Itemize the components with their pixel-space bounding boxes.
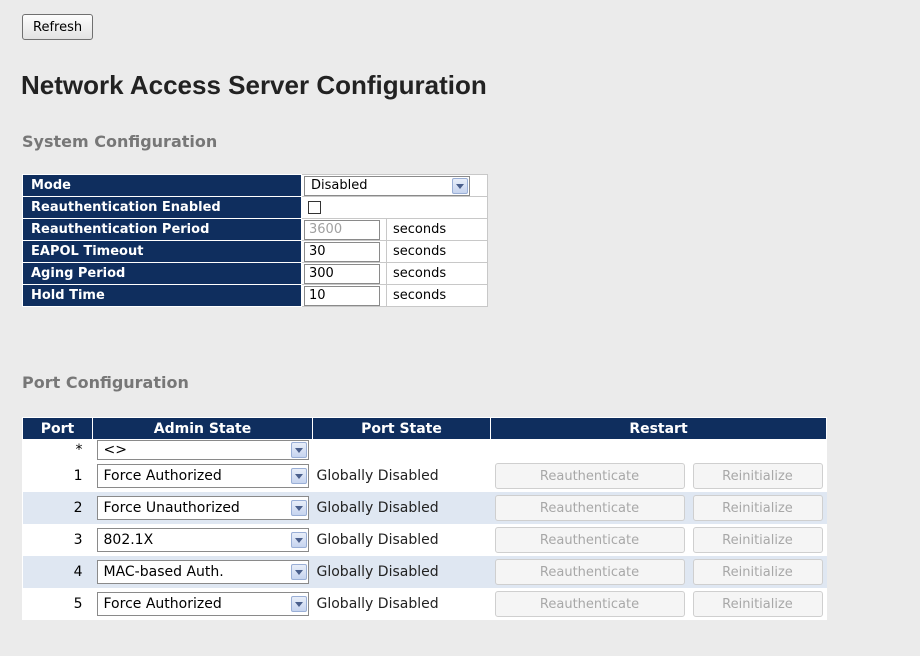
port-state: Globally Disabled [312, 460, 491, 492]
eapol-timeout-label: EAPOL Timeout [22, 240, 302, 263]
mode-label: Mode [22, 174, 302, 197]
chevron-down-icon[interactable] [290, 468, 307, 484]
restart-header: Restart [490, 417, 827, 440]
chevron-down-icon[interactable] [290, 442, 307, 458]
admin-state-select[interactable]: MAC-based Auth. [96, 560, 309, 584]
chevron-down-icon[interactable] [290, 532, 307, 548]
mode-row: Mode Disabled [22, 174, 488, 197]
port-state: Globally Disabled [312, 492, 491, 524]
chevron-down-icon[interactable] [290, 564, 307, 580]
port-number: 4 [22, 556, 93, 588]
reauth-period-input[interactable] [304, 219, 380, 240]
chevron-down-icon[interactable] [290, 500, 307, 516]
reinitialize-button[interactable]: Reinitialize [692, 495, 823, 521]
eapol-timeout-input[interactable] [304, 241, 380, 262]
reauth-period-unit: seconds [386, 218, 488, 241]
reauth-enabled-label: Reauthentication Enabled [22, 196, 302, 219]
aging-period-input[interactable] [304, 263, 380, 284]
aging-period-row: Aging Period seconds [22, 262, 488, 285]
refresh-button[interactable]: Refresh [22, 14, 94, 40]
admin-state-value: Force Authorized [103, 468, 222, 484]
mode-select[interactable]: Disabled [304, 175, 470, 196]
admin-state-select[interactable]: Force Authorized [96, 592, 309, 616]
reinitialize-button[interactable]: Reinitialize [692, 591, 823, 617]
hold-time-input[interactable] [304, 285, 380, 306]
reauth-period-row: Reauthentication Period seconds [22, 218, 488, 241]
admin-state-header: Admin State [92, 417, 313, 440]
reauth-enabled-row: Reauthentication Enabled [22, 196, 488, 219]
port-config-title: Port Configuration [22, 373, 189, 392]
aging-period-label: Aging Period [22, 262, 302, 285]
eapol-timeout-unit: seconds [386, 240, 488, 263]
admin-state-select[interactable]: Force Unauthorized [96, 496, 309, 520]
aging-period-unit: seconds [386, 262, 488, 285]
port-number: 5 [22, 588, 93, 620]
admin-state-value: 802.1X [103, 532, 154, 548]
reauthenticate-button[interactable]: Reauthenticate [494, 591, 685, 617]
reinitialize-button[interactable]: Reinitialize [692, 463, 823, 489]
wildcard-admin-select[interactable]: <> [96, 440, 309, 460]
page-title: Network Access Server Configuration [21, 70, 487, 100]
port-header: Port [22, 417, 93, 440]
hold-time-unit: seconds [386, 284, 488, 307]
reauthenticate-button[interactable]: Reauthenticate [494, 495, 685, 521]
port-number: 1 [22, 460, 93, 492]
reinitialize-button[interactable]: Reinitialize [692, 527, 823, 553]
admin-state-value: MAC-based Auth. [103, 564, 224, 580]
reauth-period-label: Reauthentication Period [22, 218, 302, 241]
wildcard-port: * [22, 439, 93, 460]
wildcard-row: * <> [22, 439, 827, 460]
reauthenticate-button[interactable]: Reauthenticate [494, 463, 685, 489]
reauthenticate-button[interactable]: Reauthenticate [494, 559, 685, 585]
reauthenticate-button[interactable]: Reauthenticate [494, 527, 685, 553]
admin-state-select[interactable]: Force Authorized [96, 464, 309, 488]
reauth-enabled-checkbox[interactable] [308, 201, 321, 214]
port-state-header: Port State [312, 417, 491, 440]
admin-state-value: Force Authorized [103, 596, 222, 612]
mode-select-value: Disabled [311, 177, 368, 193]
port-state: Globally Disabled [312, 556, 491, 588]
eapol-timeout-row: EAPOL Timeout seconds [22, 240, 488, 263]
chevron-down-icon[interactable] [452, 177, 468, 194]
port-number: 3 [22, 524, 93, 556]
hold-time-label: Hold Time [22, 284, 302, 307]
hold-time-row: Hold Time seconds [22, 284, 488, 307]
system-config-title: System Configuration [22, 132, 218, 151]
admin-state-select[interactable]: 802.1X [96, 528, 309, 552]
table-row: 4 MAC-based Auth. Globally Disabled Reau… [22, 556, 827, 588]
port-table-header: Port Admin State Port State Restart [22, 417, 827, 440]
system-config-table: Mode Disabled Reauthentication Enabled R… [22, 174, 488, 307]
port-config-table: Port Admin State Port State Restart * <>… [22, 417, 827, 620]
wildcard-admin-value: <> [103, 442, 127, 458]
table-row: 5 Force Authorized Globally Disabled Rea… [22, 588, 827, 620]
port-state: Globally Disabled [312, 524, 491, 556]
port-state: Globally Disabled [312, 588, 491, 620]
chevron-down-icon[interactable] [290, 596, 307, 612]
port-number: 2 [22, 492, 93, 524]
admin-state-value: Force Unauthorized [103, 500, 240, 516]
table-row: 1 Force Authorized Globally Disabled Rea… [22, 460, 827, 492]
table-row: 2 Force Unauthorized Globally Disabled R… [22, 492, 827, 524]
reinitialize-button[interactable]: Reinitialize [692, 559, 823, 585]
table-row: 3 802.1X Globally Disabled Reauthenticat… [22, 524, 827, 556]
